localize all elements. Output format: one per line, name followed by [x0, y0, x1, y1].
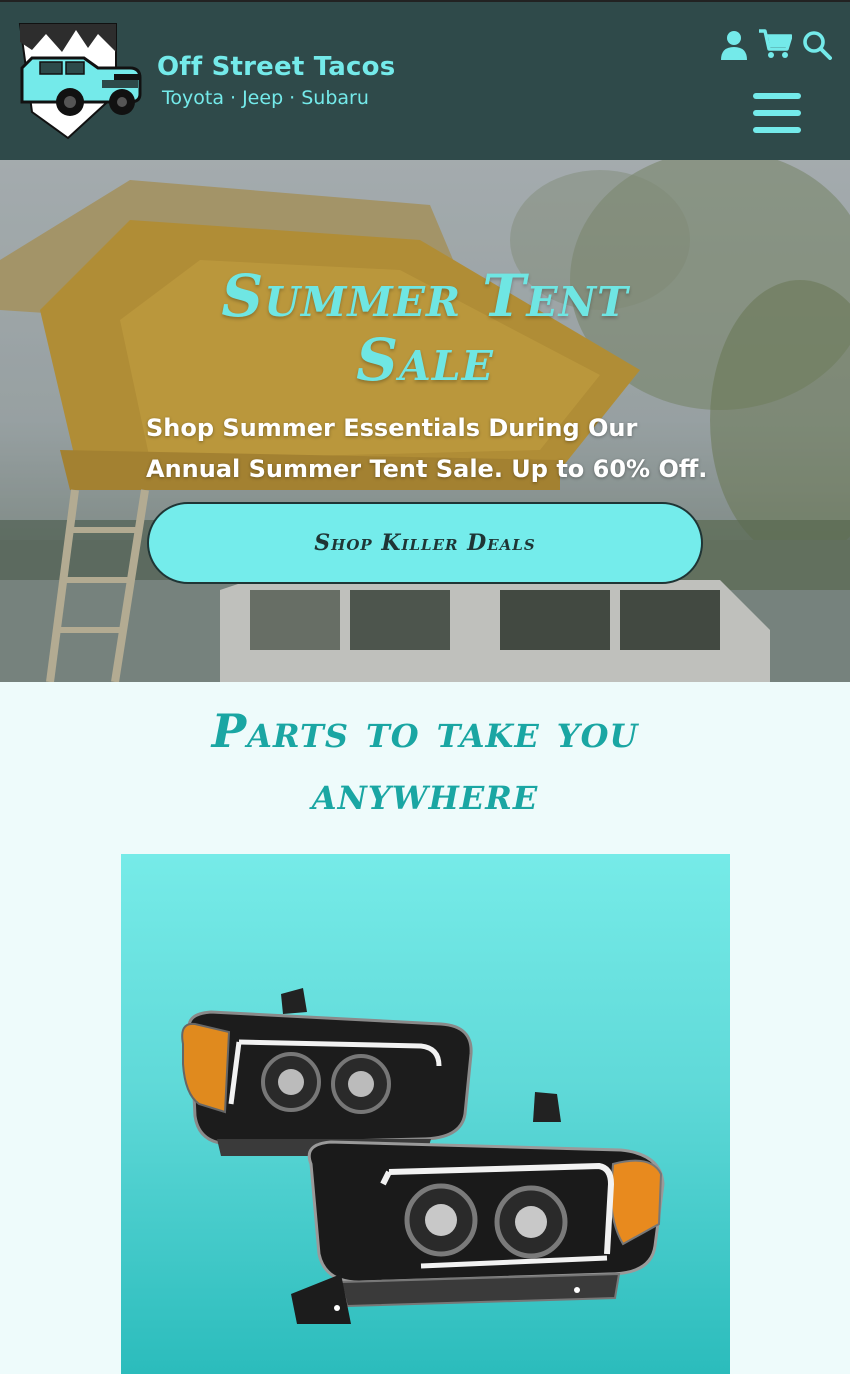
hero-subtitle: Shop Summer Essentials During Our Annual…	[146, 414, 708, 483]
site-header: Off Street Tacos Toyota · Jeep · Subaru	[0, 0, 850, 160]
section-title: Parts to take you anywhere	[211, 704, 639, 820]
product-image-headlights[interactable]	[121, 854, 730, 1374]
hero-title: Summer Tent Sale	[221, 262, 629, 394]
account-icon[interactable]	[720, 30, 748, 60]
brand-name[interactable]: Off Street Tacos	[157, 52, 395, 82]
hamburger-menu-icon[interactable]	[752, 92, 802, 136]
shop-killer-deals-button[interactable]: Shop Killer Deals	[147, 502, 703, 584]
brand-tagline: Toyota · Jeep · Subaru	[162, 87, 369, 109]
brand-logo[interactable]	[18, 22, 144, 140]
search-icon[interactable]	[802, 30, 832, 60]
hero-banner: Summer Tent Sale Shop Summer Essentials …	[0, 160, 850, 682]
cart-icon[interactable]	[758, 28, 793, 60]
